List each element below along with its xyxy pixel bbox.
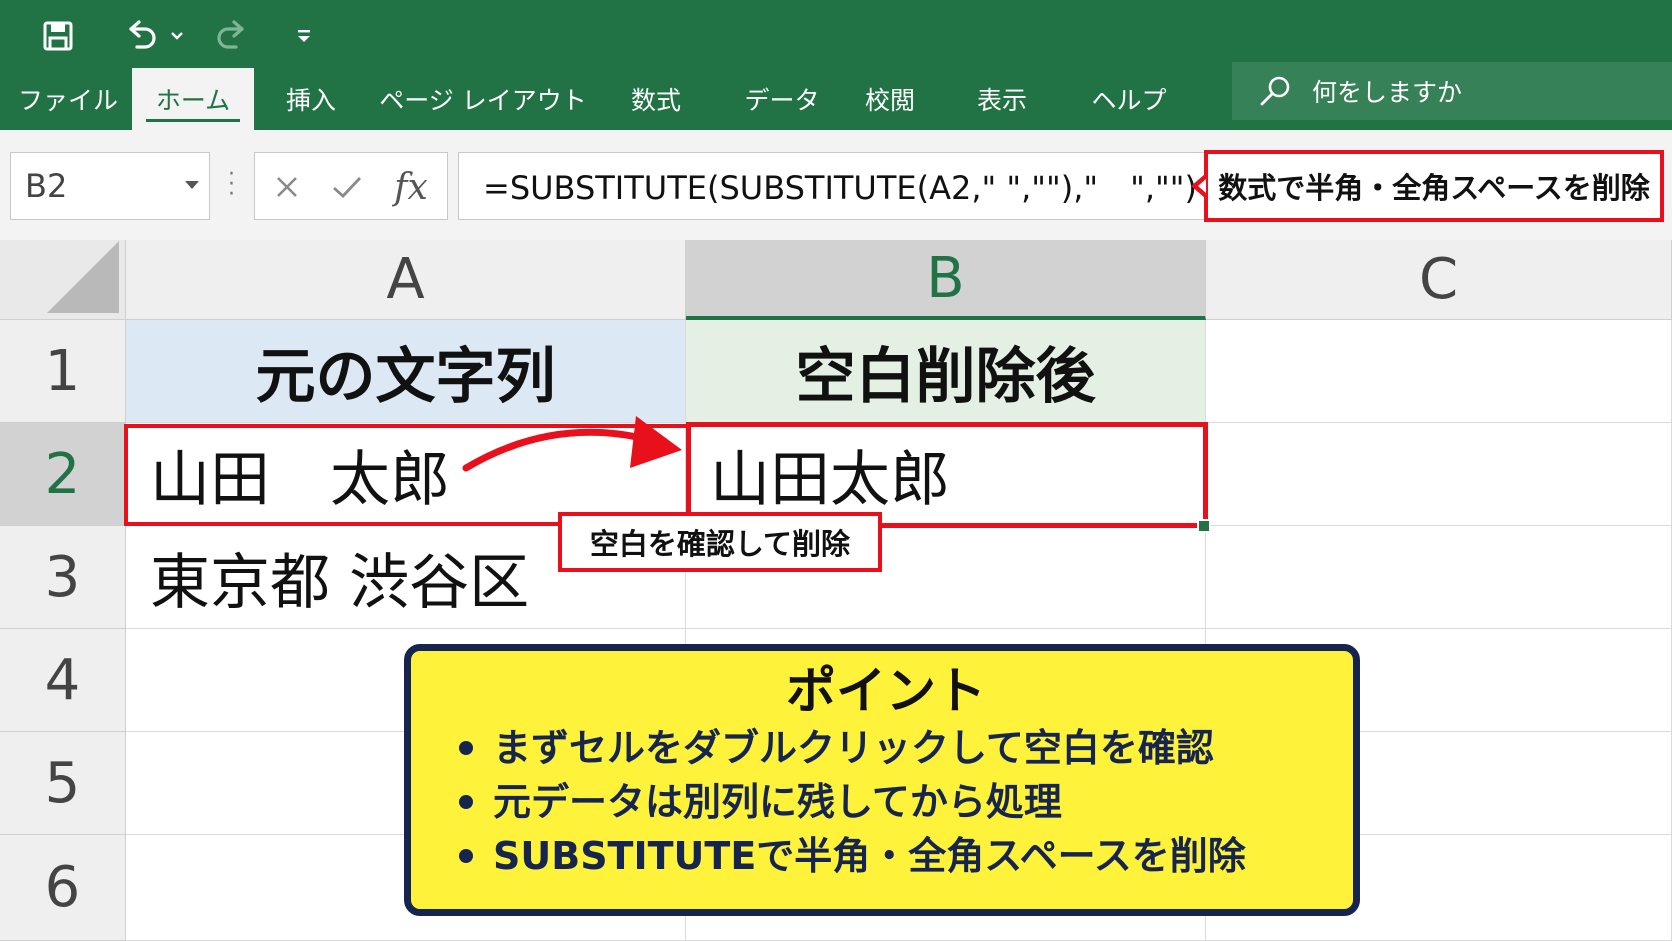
save-button[interactable] (36, 14, 80, 58)
row-header-3[interactable]: 3 (0, 526, 126, 629)
redo-button[interactable] (206, 14, 252, 58)
formula-buttons: fx (254, 152, 448, 220)
customize-toolbar-button[interactable] (290, 14, 318, 58)
column-header-a[interactable]: A (126, 240, 686, 320)
cell-callout: 空白を確認して削除 (558, 512, 882, 572)
tab-formulas[interactable]: 数式 (618, 68, 694, 130)
select-all-button[interactable] (0, 240, 126, 320)
name-box-value: B2 (25, 167, 68, 205)
redo-icon (217, 20, 244, 49)
worksheet-grid: A B C 1 2 3 4 5 6 元の文字列 空白削除後 山田 太郎 山田太郎… (0, 240, 1672, 941)
chevron-down-icon (298, 30, 310, 42)
more-options-icon[interactable]: · · · (228, 164, 235, 206)
tab-view[interactable]: 表示 (962, 68, 1042, 130)
confirm-icon[interactable] (321, 153, 373, 221)
column-header-c[interactable]: C (1206, 240, 1672, 320)
point-box: ポイント まずセルをダブルクリックして空白を確認 元データは別列に残してから処理… (404, 644, 1360, 916)
point-item: SUBSTITUTEで半角・全角スペースを削除 (459, 829, 1313, 883)
column-header-b[interactable]: B (686, 240, 1206, 320)
tab-file[interactable]: ファイル (14, 68, 122, 130)
tab-home[interactable]: ホーム (132, 68, 254, 130)
ribbon: ファイル ホーム 挿入 ページ レイアウト 数式 データ 校閲 表示 ヘルプ 何… (0, 0, 1672, 130)
point-item: まずセルをダブルクリックして空白を確認 (459, 721, 1313, 775)
chevron-down-icon (171, 32, 183, 40)
tab-data[interactable]: データ (732, 68, 832, 130)
search-icon (1260, 76, 1290, 106)
row-header-1[interactable]: 1 (0, 320, 126, 423)
row-header-4[interactable]: 4 (0, 629, 126, 732)
formula-bar-area: B2 · · · fx =SUBSTITUTE(SUBSTITUTE(A2," ",… (0, 130, 1672, 240)
chevron-down-icon[interactable] (185, 181, 199, 189)
formula-callout: 数式で半角・全角スペースを削除 (1191, 150, 1664, 222)
name-box[interactable]: B2 (10, 152, 210, 220)
tab-home-label: ホーム (155, 86, 231, 115)
fill-handle[interactable] (1197, 519, 1211, 533)
tell-me-placeholder: 何をしますか (1312, 78, 1463, 107)
row-header-2[interactable]: 2 (0, 423, 126, 526)
point-item-text: 元データは別列に残してから処理 (493, 780, 1062, 824)
tab-insert[interactable]: 挿入 (270, 68, 352, 130)
row-header-6[interactable]: 6 (0, 835, 126, 941)
formula-input[interactable]: =SUBSTITUTE(SUBSTITUTE(A2," ","")," ",""… (458, 152, 1208, 220)
arrow-icon (462, 416, 682, 472)
cell-c3[interactable] (1206, 526, 1672, 629)
point-item: 元データは別列に残してから処理 (459, 775, 1313, 829)
tell-me-search[interactable]: 何をしますか (1232, 62, 1672, 120)
cell-c1[interactable] (1206, 320, 1672, 423)
save-icon (43, 21, 73, 51)
cancel-icon[interactable] (263, 153, 311, 221)
insert-function-icon[interactable]: fx (381, 153, 441, 221)
bullet-icon (459, 741, 473, 755)
formula-callout-text: 数式で半角・全角スペースを削除 (1218, 171, 1650, 205)
tab-review[interactable]: 校閲 (852, 68, 928, 130)
point-item-text: まずセルをダブルクリックして空白を確認 (493, 726, 1214, 770)
tab-page-layout[interactable]: ページ レイアウト (379, 68, 586, 130)
undo-button[interactable] (118, 14, 192, 58)
cell-c2[interactable] (1206, 423, 1672, 526)
point-item-text: SUBSTITUTEで半角・全角スペースを削除 (493, 834, 1246, 878)
bullet-icon (459, 795, 473, 809)
active-tab-indicator (146, 119, 240, 122)
point-title: ポイント (786, 662, 986, 720)
tab-help[interactable]: ヘルプ (1078, 68, 1180, 130)
undo-icon (129, 20, 156, 49)
bullet-icon (459, 849, 473, 863)
cell-b1[interactable]: 空白削除後 (686, 320, 1206, 423)
row-header-5[interactable]: 5 (0, 732, 126, 835)
